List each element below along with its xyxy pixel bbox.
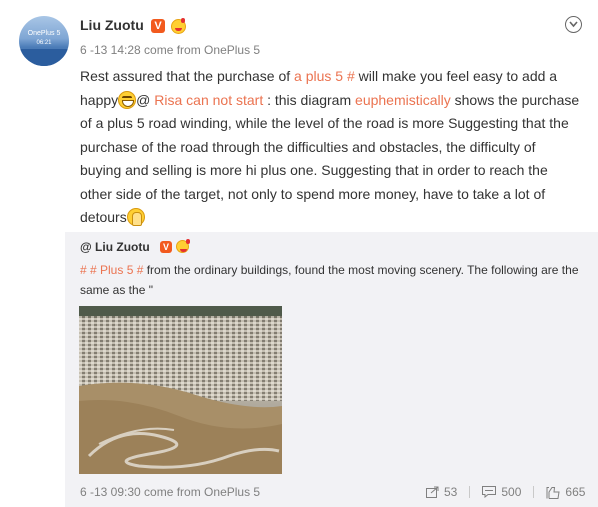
thumbs-up-icon xyxy=(546,486,560,499)
comment-button[interactable]: 500 xyxy=(482,485,521,499)
avatar-time-text: 06:21 xyxy=(36,40,52,46)
verified-badge-icon: V xyxy=(151,19,165,33)
chevron-down-circle-icon[interactable] xyxy=(565,16,582,33)
post-text: Rest assured that the purchase of a plus… xyxy=(80,65,580,230)
like-count: 665 xyxy=(565,485,586,499)
topic-link-plus5[interactable]: a plus 5 # xyxy=(294,68,355,84)
winding-road-photo[interactable] xyxy=(79,306,282,474)
post-text-segment: Rest assured that the purchase of xyxy=(80,68,295,84)
comment-icon xyxy=(482,486,497,498)
action-bar: 53 500 665 xyxy=(426,485,585,499)
share-icon xyxy=(426,486,439,498)
praying-hands-emoji-icon xyxy=(126,208,145,226)
action-separator xyxy=(533,486,535,498)
repost-text-body: from the ordinary buildings, found the m… xyxy=(80,263,579,297)
laughing-emoji-icon xyxy=(118,90,137,109)
post-meta: 6 -13 14:28 come from OnePlus 5 xyxy=(80,43,261,57)
link-euphemistically[interactable]: euphemistically xyxy=(355,92,451,108)
repost-text: # # Plus 5 # from the ordinary buildings… xyxy=(80,260,590,300)
repost-card: @ Liu Zuotu V # # Plus 5 # from the ordi… xyxy=(65,232,598,507)
avatar-sea xyxy=(19,49,69,66)
mention-link-risa[interactable]: Risa can not start xyxy=(154,92,263,108)
post-text-segment: shows the purchase of a plus 5 road wind… xyxy=(80,91,580,226)
post-text-segment: : this diagram xyxy=(263,91,356,108)
forward-count: 53 xyxy=(444,485,458,499)
topic-link-plus5[interactable]: # # Plus 5 # xyxy=(80,263,143,277)
comment-count: 500 xyxy=(501,485,522,499)
repost-meta: 6 -13 09:30 come from OnePlus 5 xyxy=(80,485,261,499)
avatar[interactable]: OnePlus 5 06:21 xyxy=(19,16,69,66)
verified-badge-icon: V xyxy=(160,241,172,253)
action-separator xyxy=(469,486,471,498)
member-face-icon xyxy=(171,18,186,34)
username-link[interactable]: Liu Zuotu xyxy=(80,17,144,33)
forward-button[interactable]: 53 xyxy=(426,485,457,499)
member-face-icon xyxy=(176,239,190,253)
like-button[interactable]: 665 xyxy=(546,485,585,499)
repost-username-link[interactable]: @ Liu Zuotu xyxy=(80,240,150,254)
avatar-brand-text: OnePlus 5 xyxy=(27,30,61,37)
post-text-segment: @ xyxy=(136,91,155,108)
